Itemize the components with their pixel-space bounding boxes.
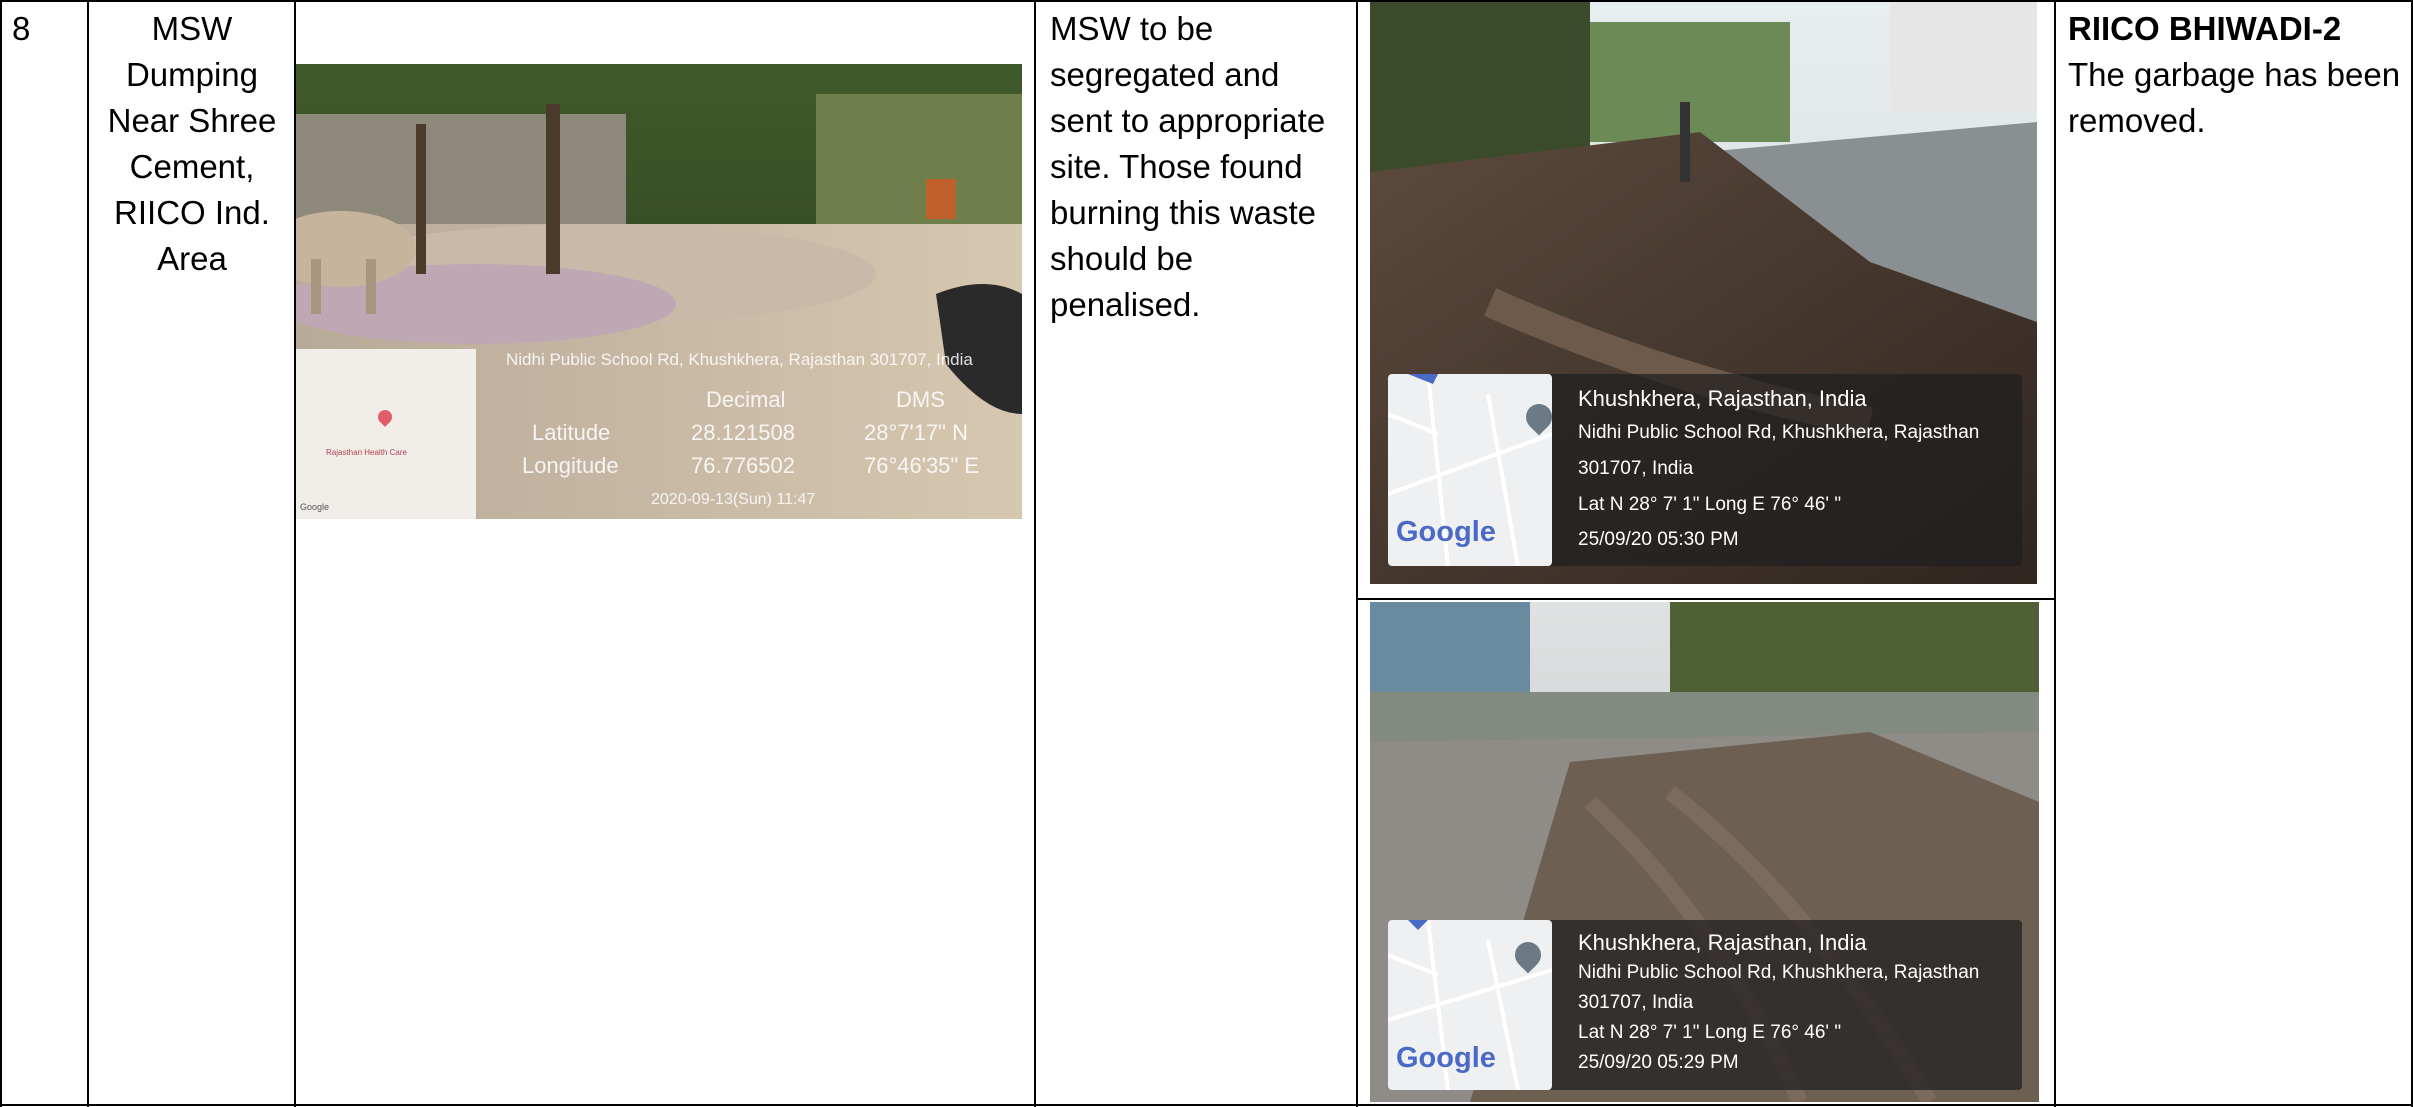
inspection-table: 8 MSW Dumping Near Shree Cement, RIICO I…	[0, 0, 2413, 1107]
before-map-label: Rajasthan Health Care	[326, 448, 407, 457]
after-photo-2-map: Google	[1388, 920, 1552, 1090]
after-photo-1-address-line1: Nidhi Public School Rd, Khushkhera, Raja…	[1578, 422, 1980, 443]
after-photo-2: Google Khushkhera, Rajasthan, India Nidh…	[1370, 602, 2039, 1102]
status-heading: RIICO BHIWADI-2	[2068, 10, 2342, 47]
before-photo-lon-dms: 76°46'35" E	[864, 453, 980, 478]
serial-number: 8	[12, 10, 31, 47]
before-photo-lat-decimal: 28.121508	[691, 420, 795, 445]
column-divider	[1034, 0, 1036, 1107]
column-divider	[2054, 0, 2056, 1107]
column-divider	[1356, 0, 1358, 1107]
before-photo-col-dms: DMS	[896, 387, 945, 412]
before-photo-col-decimal: Decimal	[706, 387, 786, 412]
after-photo-1-place: Khushkhera, Rajasthan, India	[1578, 386, 1867, 411]
after-photo-1-timestamp: 25/09/20 05:30 PM	[1578, 529, 1739, 550]
google-logo: Google	[1396, 516, 1496, 548]
after-photo-2-place: Khushkhera, Rajasthan, India	[1578, 930, 1867, 955]
action-required: MSW to be segregated and sent to appropr…	[1050, 10, 1326, 323]
before-photo: Nidhi Public School Rd, Khushkhera, Raja…	[296, 64, 1022, 519]
column-divider	[87, 0, 89, 1107]
before-photo-lon-decimal: 76.776502	[691, 453, 795, 478]
after-photo-1: Google Khushkhera, Rajasthan, India Nidh…	[1370, 2, 2037, 584]
table-bottom-border	[0, 1104, 2413, 1106]
photo-divider	[1356, 598, 2054, 600]
before-photo-lat-dms: 28°7'17" N	[864, 420, 968, 445]
after-photo-2-address-line1: Nidhi Public School Rd, Khushkhera, Raja…	[1578, 962, 1980, 983]
after-photo-1-geotag: Google Khushkhera, Rajasthan, India Nidh…	[1388, 374, 2022, 566]
after-photo-2-address-line2: 301707, India	[1578, 992, 1694, 1013]
after-photo-2-timestamp: 25/09/20 05:29 PM	[1578, 1052, 1739, 1073]
after-photo-1-coords: Lat N 28° 7' 1" Long E 76° 46' "	[1578, 494, 1842, 515]
after-photo-2-geotag: Google Khushkhera, Rajasthan, India Nidh…	[1388, 920, 2022, 1090]
location-description: MSW Dumping Near Shree Cement, RIICO Ind…	[107, 10, 277, 277]
after-photo-1-map: Google	[1388, 374, 1552, 566]
after-photo-2-coords: Lat N 28° 7' 1" Long E 76° 46' "	[1578, 1022, 1842, 1043]
status-text: The garbage has been removed.	[2068, 56, 2401, 139]
table-left-border	[0, 0, 2, 1107]
after-photo-1-address-line2: 301707, India	[1578, 458, 1694, 479]
before-photo-lon-label: Longitude	[522, 453, 619, 478]
google-logo: Google	[300, 502, 330, 512]
google-logo: Google	[1396, 1042, 1496, 1074]
table-top-border	[0, 0, 2413, 2]
before-photo-timestamp: 2020-09-13(Sun) 11:47	[651, 491, 816, 508]
before-photo-lat-label: Latitude	[532, 420, 611, 445]
before-photo-address: Nidhi Public School Rd, Khushkhera, Raja…	[506, 350, 973, 369]
